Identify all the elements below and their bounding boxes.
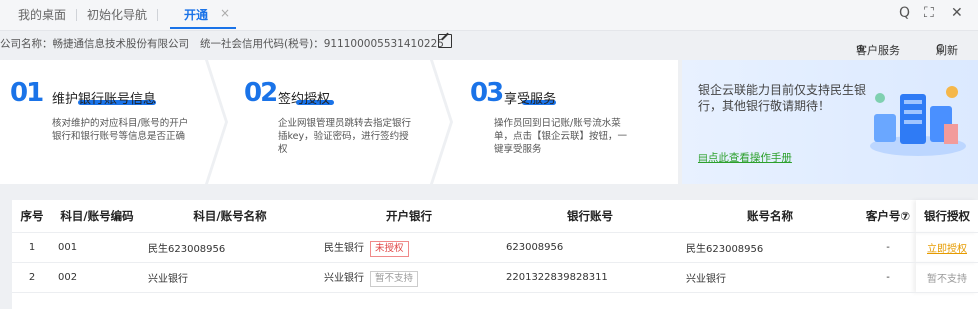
step-description: 核对维护的对应科目/账号的开户 银行和银行账号等信息是否正确: [52, 118, 189, 142]
cell-name: 兴业银行: [142, 262, 318, 293]
cell-auth: 立即授权: [916, 232, 978, 263]
col-header-account-name: 账号名称: [680, 200, 860, 233]
cell-customer: -: [860, 232, 916, 263]
cell-index: 1: [12, 232, 52, 263]
col-header-name: 科目/账号名称: [142, 200, 318, 233]
manual-link[interactable]: ▤点此查看操作手册: [698, 150, 792, 165]
table-row: 1 001 民生623008956 民生银行 未授权 623008956 民生62…: [12, 232, 978, 263]
maximize-icon[interactable]: ⛶: [924, 5, 934, 21]
promo-banner: 银企云联能力目前仅支持民生银行，其他银行敬请期待！ ▤点此查看操作手册: [682, 60, 978, 184]
search-icon[interactable]: Q: [899, 5, 910, 21]
server-illustration-icon: [870, 86, 966, 156]
cell-index: 2: [12, 262, 52, 293]
step-number: 01: [10, 78, 44, 108]
tab-open[interactable]: 开通: [184, 6, 208, 23]
book-icon: ▤: [698, 152, 708, 164]
cell-account-name: 兴业银行: [680, 262, 860, 293]
step-description: 操作员回到日记账/账号流水菜 单，点击【银企云联】按钮，一 键享受服务: [494, 118, 628, 155]
cell-account: 623008956: [500, 232, 680, 263]
cell-customer: -: [860, 262, 916, 293]
cell-code: 001: [52, 232, 142, 263]
col-header-account: 银行账号: [500, 200, 680, 233]
steps-banner: 01 维护银行账号信息 核对维护的对应科目/账号的开户 银行和银行账号等信息是否…: [0, 60, 978, 184]
auth-unsupported: 暂不支持: [927, 274, 967, 285]
table-header-row: 序号 科目/账号编码 科目/账号名称 开户银行 银行账号 账号名称 客户号⑦ 银…: [12, 200, 978, 233]
cell-account: 2201322839828311: [500, 262, 680, 293]
bank-name: 民生银行: [324, 242, 364, 254]
step-title: 维护银行账号信息: [52, 92, 157, 107]
tab-my-desktop[interactable]: 我的桌面: [18, 6, 66, 23]
cell-auth: 暂不支持: [916, 262, 978, 293]
col-header-index: 序号: [12, 200, 52, 233]
cell-bank: 民生银行 未授权: [318, 232, 500, 263]
manual-link-label: 点此查看操作手册: [707, 152, 792, 164]
cell-bank: 兴业银行 暂不支持: [318, 262, 500, 293]
cell-account-name: 民生623008956: [680, 232, 860, 263]
step-title: 签约授权: [278, 92, 331, 107]
cell-code: 002: [52, 262, 142, 293]
col-header-customer: 客户号⑦: [860, 200, 916, 233]
bank-name: 兴业银行: [324, 272, 364, 284]
col-header-bank: 开户银行: [318, 200, 500, 233]
company-name: 公司名称：畅捷通信息技术股份有限公司: [0, 38, 189, 50]
tab-separator: [76, 9, 77, 21]
company-info-bar: 公司名称：畅捷通信息技术股份有限公司 统一社会信用代码(税号)：91110000…: [0, 30, 978, 57]
status-badge: 未授权: [370, 240, 409, 257]
edit-icon[interactable]: [438, 34, 452, 48]
customer-service-label: 客户服务: [856, 44, 900, 57]
cell-name: 民生623008956: [142, 232, 318, 263]
tab-close-icon[interactable]: ×: [220, 6, 230, 20]
step-description: 企业网银管理员跳转去指定银行 插key，验证密码，进行签约授 权: [278, 118, 412, 155]
tab-separator: [157, 9, 158, 21]
authorize-now-link[interactable]: 立即授权: [927, 244, 967, 255]
col-header-auth: 银行授权: [916, 200, 978, 233]
table-row: 2 002 兴业银行 兴业银行 暂不支持 2201322839828311 兴业银…: [12, 262, 978, 293]
refresh-label: 刷新: [936, 44, 958, 57]
active-tab-indicator: [170, 27, 236, 29]
promo-text: 银企云联能力目前仅支持民生银行，其他银行敬请期待！: [698, 83, 867, 113]
close-icon[interactable]: ✕: [951, 5, 963, 21]
credit-code: 统一社会信用代码(税号)：911100005531410225: [200, 38, 444, 50]
step-number: 03: [470, 78, 504, 108]
status-badge: 暂不支持: [370, 270, 419, 287]
step-number: 02: [244, 78, 278, 108]
tab-bar: 我的桌面 初始化导航 开通 × Q ⛶ ✕: [0, 0, 978, 31]
tab-init-nav[interactable]: 初始化导航: [87, 6, 147, 23]
bank-accounts-table: 序号 科目/账号编码 科目/账号名称 开户银行 银行账号 账号名称 客户号⑦ 银…: [12, 200, 978, 309]
col-header-code: 科目/账号编码: [52, 200, 142, 233]
step-title: 享受服务: [504, 92, 557, 107]
